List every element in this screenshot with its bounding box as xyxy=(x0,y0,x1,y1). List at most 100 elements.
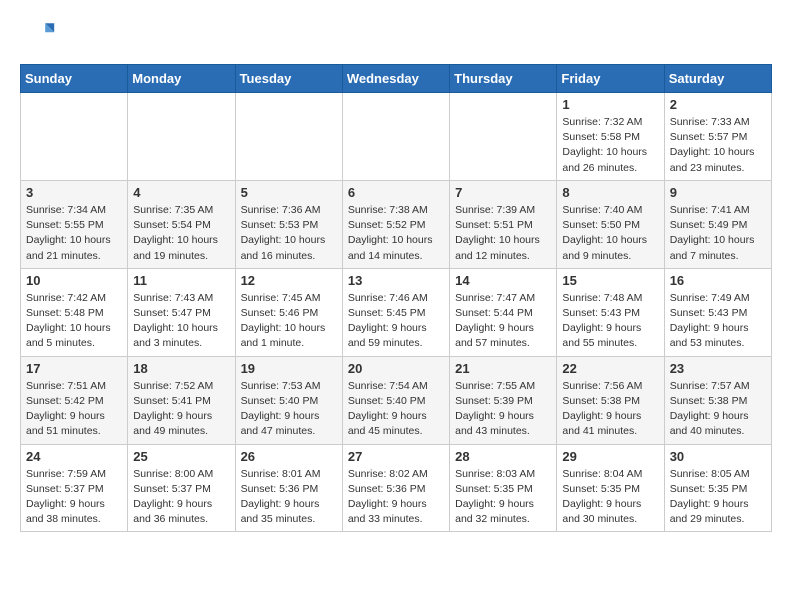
calendar-table: SundayMondayTuesdayWednesdayThursdayFrid… xyxy=(20,64,772,532)
day-number: 9 xyxy=(670,185,766,200)
day-cell: 25 Sunrise: 8:00 AM Sunset: 5:37 PM Dayli… xyxy=(128,444,235,532)
day-cell: 7 Sunrise: 7:39 AM Sunset: 5:51 PM Daylig… xyxy=(450,180,557,268)
day-number: 19 xyxy=(241,361,337,376)
day-cell: 24 Sunrise: 7:59 AM Sunset: 5:37 PM Dayli… xyxy=(21,444,128,532)
week-row-4: 24 Sunrise: 7:59 AM Sunset: 5:37 PM Dayli… xyxy=(21,444,772,532)
day-info: Sunrise: 7:59 AM Sunset: 5:37 PM Dayligh… xyxy=(26,467,122,528)
day-cell: 21Sunrise: 7:55 AM Sunset: 5:39 PM Dayli… xyxy=(450,356,557,444)
day-info: Sunrise: 7:41 AM Sunset: 5:49 PM Dayligh… xyxy=(670,203,766,264)
day-cell xyxy=(128,93,235,181)
day-number: 23 xyxy=(670,361,766,376)
day-info: Sunrise: 7:51 AM Sunset: 5:42 PM Dayligh… xyxy=(26,379,122,440)
day-info: Sunrise: 7:57 AM Sunset: 5:38 PM Dayligh… xyxy=(670,379,766,440)
day-cell: 13 Sunrise: 7:46 AM Sunset: 5:45 PM Dayli… xyxy=(342,268,449,356)
day-number: 4 xyxy=(133,185,229,200)
day-number: 24 xyxy=(26,449,122,464)
day-info: Sunrise: 7:42 AM Sunset: 5:48 PM Dayligh… xyxy=(26,291,122,352)
day-cell: 4 Sunrise: 7:35 AM Sunset: 5:54 PM Daylig… xyxy=(128,180,235,268)
day-number: 10 xyxy=(26,273,122,288)
day-cell xyxy=(235,93,342,181)
weekday-header-monday: Monday xyxy=(128,65,235,93)
day-number: 30 xyxy=(670,449,766,464)
day-cell: 3 Sunrise: 7:34 AM Sunset: 5:55 PM Daylig… xyxy=(21,180,128,268)
day-info: Sunrise: 8:01 AM Sunset: 5:36 PM Dayligh… xyxy=(241,467,337,528)
day-number: 1 xyxy=(562,97,658,112)
day-info: Sunrise: 7:33 AM Sunset: 5:57 PM Dayligh… xyxy=(670,115,766,176)
weekday-header-saturday: Saturday xyxy=(664,65,771,93)
day-cell: 16 Sunrise: 7:49 AM Sunset: 5:43 PM Dayli… xyxy=(664,268,771,356)
day-cell: 20Sunrise: 7:54 AM Sunset: 5:40 PM Dayli… xyxy=(342,356,449,444)
day-info: Sunrise: 8:00 AM Sunset: 5:37 PM Dayligh… xyxy=(133,467,229,528)
week-row-2: 10 Sunrise: 7:42 AM Sunset: 5:48 PM Dayli… xyxy=(21,268,772,356)
page: SundayMondayTuesdayWednesdayThursdayFrid… xyxy=(0,0,792,552)
day-number: 5 xyxy=(241,185,337,200)
header xyxy=(20,16,772,52)
day-info: Sunrise: 8:03 AM Sunset: 5:35 PM Dayligh… xyxy=(455,467,551,528)
day-cell: 12 Sunrise: 7:45 AM Sunset: 5:46 PM Dayli… xyxy=(235,268,342,356)
day-cell xyxy=(450,93,557,181)
day-info: Sunrise: 7:38 AM Sunset: 5:52 PM Dayligh… xyxy=(348,203,444,264)
day-info: Sunrise: 7:49 AM Sunset: 5:43 PM Dayligh… xyxy=(670,291,766,352)
day-info: Sunrise: 7:34 AM Sunset: 5:55 PM Dayligh… xyxy=(26,203,122,264)
day-cell: 28 Sunrise: 8:03 AM Sunset: 5:35 PM Dayli… xyxy=(450,444,557,532)
day-cell: 9 Sunrise: 7:41 AM Sunset: 5:49 PM Daylig… xyxy=(664,180,771,268)
day-cell: 23 Sunrise: 7:57 AM Sunset: 5:38 PM Dayli… xyxy=(664,356,771,444)
day-number: 8 xyxy=(562,185,658,200)
day-info: Sunrise: 8:04 AM Sunset: 5:35 PM Dayligh… xyxy=(562,467,658,528)
day-cell: 30 Sunrise: 8:05 AM Sunset: 5:35 PM Dayli… xyxy=(664,444,771,532)
day-info: Sunrise: 7:53 AM Sunset: 5:40 PM Dayligh… xyxy=(241,379,337,440)
day-cell: 2Sunrise: 7:33 AM Sunset: 5:57 PM Daylig… xyxy=(664,93,771,181)
weekday-header-thursday: Thursday xyxy=(450,65,557,93)
day-number: 18 xyxy=(133,361,229,376)
day-number: 6 xyxy=(348,185,444,200)
day-cell: 17Sunrise: 7:51 AM Sunset: 5:42 PM Dayli… xyxy=(21,356,128,444)
day-cell: 11Sunrise: 7:43 AM Sunset: 5:47 PM Dayli… xyxy=(128,268,235,356)
day-number: 25 xyxy=(133,449,229,464)
day-info: Sunrise: 8:05 AM Sunset: 5:35 PM Dayligh… xyxy=(670,467,766,528)
day-cell xyxy=(342,93,449,181)
day-info: Sunrise: 7:45 AM Sunset: 5:46 PM Dayligh… xyxy=(241,291,337,352)
day-info: Sunrise: 8:02 AM Sunset: 5:36 PM Dayligh… xyxy=(348,467,444,528)
logo-icon xyxy=(20,16,56,52)
day-number: 26 xyxy=(241,449,337,464)
day-cell: 1Sunrise: 7:32 AM Sunset: 5:58 PM Daylig… xyxy=(557,93,664,181)
day-cell: 8 Sunrise: 7:40 AM Sunset: 5:50 PM Daylig… xyxy=(557,180,664,268)
day-number: 14 xyxy=(455,273,551,288)
logo xyxy=(20,16,62,52)
day-number: 27 xyxy=(348,449,444,464)
day-info: Sunrise: 7:46 AM Sunset: 5:45 PM Dayligh… xyxy=(348,291,444,352)
day-cell: 14 Sunrise: 7:47 AM Sunset: 5:44 PM Dayli… xyxy=(450,268,557,356)
weekday-header-row: SundayMondayTuesdayWednesdayThursdayFrid… xyxy=(21,65,772,93)
week-row-1: 3 Sunrise: 7:34 AM Sunset: 5:55 PM Daylig… xyxy=(21,180,772,268)
day-cell: 5 Sunrise: 7:36 AM Sunset: 5:53 PM Daylig… xyxy=(235,180,342,268)
day-cell: 29Sunrise: 8:04 AM Sunset: 5:35 PM Dayli… xyxy=(557,444,664,532)
day-cell: 26 Sunrise: 8:01 AM Sunset: 5:36 PM Dayli… xyxy=(235,444,342,532)
day-info: Sunrise: 7:56 AM Sunset: 5:38 PM Dayligh… xyxy=(562,379,658,440)
day-number: 13 xyxy=(348,273,444,288)
weekday-header-sunday: Sunday xyxy=(21,65,128,93)
day-info: Sunrise: 7:47 AM Sunset: 5:44 PM Dayligh… xyxy=(455,291,551,352)
day-info: Sunrise: 7:52 AM Sunset: 5:41 PM Dayligh… xyxy=(133,379,229,440)
day-info: Sunrise: 7:54 AM Sunset: 5:40 PM Dayligh… xyxy=(348,379,444,440)
day-number: 12 xyxy=(241,273,337,288)
weekday-header-friday: Friday xyxy=(557,65,664,93)
day-cell: 10 Sunrise: 7:42 AM Sunset: 5:48 PM Dayli… xyxy=(21,268,128,356)
week-row-3: 17Sunrise: 7:51 AM Sunset: 5:42 PM Dayli… xyxy=(21,356,772,444)
day-cell: 22 Sunrise: 7:56 AM Sunset: 5:38 PM Dayli… xyxy=(557,356,664,444)
day-cell: 18 Sunrise: 7:52 AM Sunset: 5:41 PM Dayli… xyxy=(128,356,235,444)
day-number: 16 xyxy=(670,273,766,288)
day-number: 22 xyxy=(562,361,658,376)
day-info: Sunrise: 7:39 AM Sunset: 5:51 PM Dayligh… xyxy=(455,203,551,264)
day-number: 15 xyxy=(562,273,658,288)
day-number: 3 xyxy=(26,185,122,200)
day-cell: 6 Sunrise: 7:38 AM Sunset: 5:52 PM Daylig… xyxy=(342,180,449,268)
day-info: Sunrise: 7:35 AM Sunset: 5:54 PM Dayligh… xyxy=(133,203,229,264)
day-number: 7 xyxy=(455,185,551,200)
day-info: Sunrise: 7:40 AM Sunset: 5:50 PM Dayligh… xyxy=(562,203,658,264)
day-info: Sunrise: 7:36 AM Sunset: 5:53 PM Dayligh… xyxy=(241,203,337,264)
day-number: 28 xyxy=(455,449,551,464)
day-cell: 19 Sunrise: 7:53 AM Sunset: 5:40 PM Dayli… xyxy=(235,356,342,444)
weekday-header-wednesday: Wednesday xyxy=(342,65,449,93)
day-cell: 15Sunrise: 7:48 AM Sunset: 5:43 PM Dayli… xyxy=(557,268,664,356)
weekday-header-tuesday: Tuesday xyxy=(235,65,342,93)
